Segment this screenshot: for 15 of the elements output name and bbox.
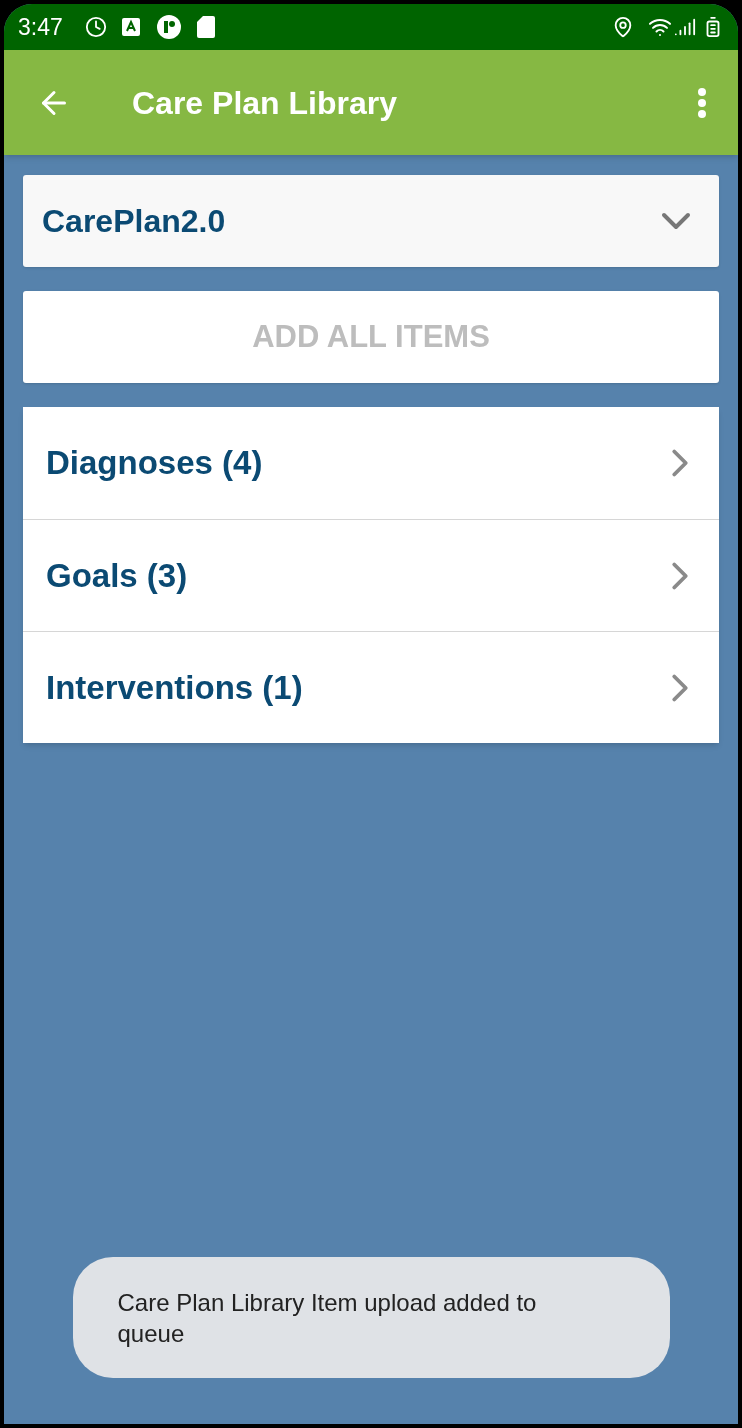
status-time: 3:47 xyxy=(18,12,63,42)
category-row[interactable]: Goals (3) xyxy=(23,519,719,631)
plan-dropdown[interactable]: CarePlan2.0 xyxy=(23,175,719,267)
circle-app-icon xyxy=(156,15,181,39)
category-row[interactable]: Diagnoses (4) xyxy=(23,407,719,519)
clock-icon xyxy=(84,16,107,38)
category-row[interactable]: Interventions (1) xyxy=(23,631,719,743)
location-icon xyxy=(612,16,634,38)
app-notification-icon xyxy=(120,17,141,37)
menu-button[interactable] xyxy=(698,87,706,118)
toast-message: Care Plan Library Item upload added to queue xyxy=(72,1257,670,1378)
app-title: Care Plan Library xyxy=(132,83,398,123)
sd-card-icon xyxy=(196,16,215,38)
more-options-icon xyxy=(698,87,706,118)
signal-icon xyxy=(674,16,696,38)
